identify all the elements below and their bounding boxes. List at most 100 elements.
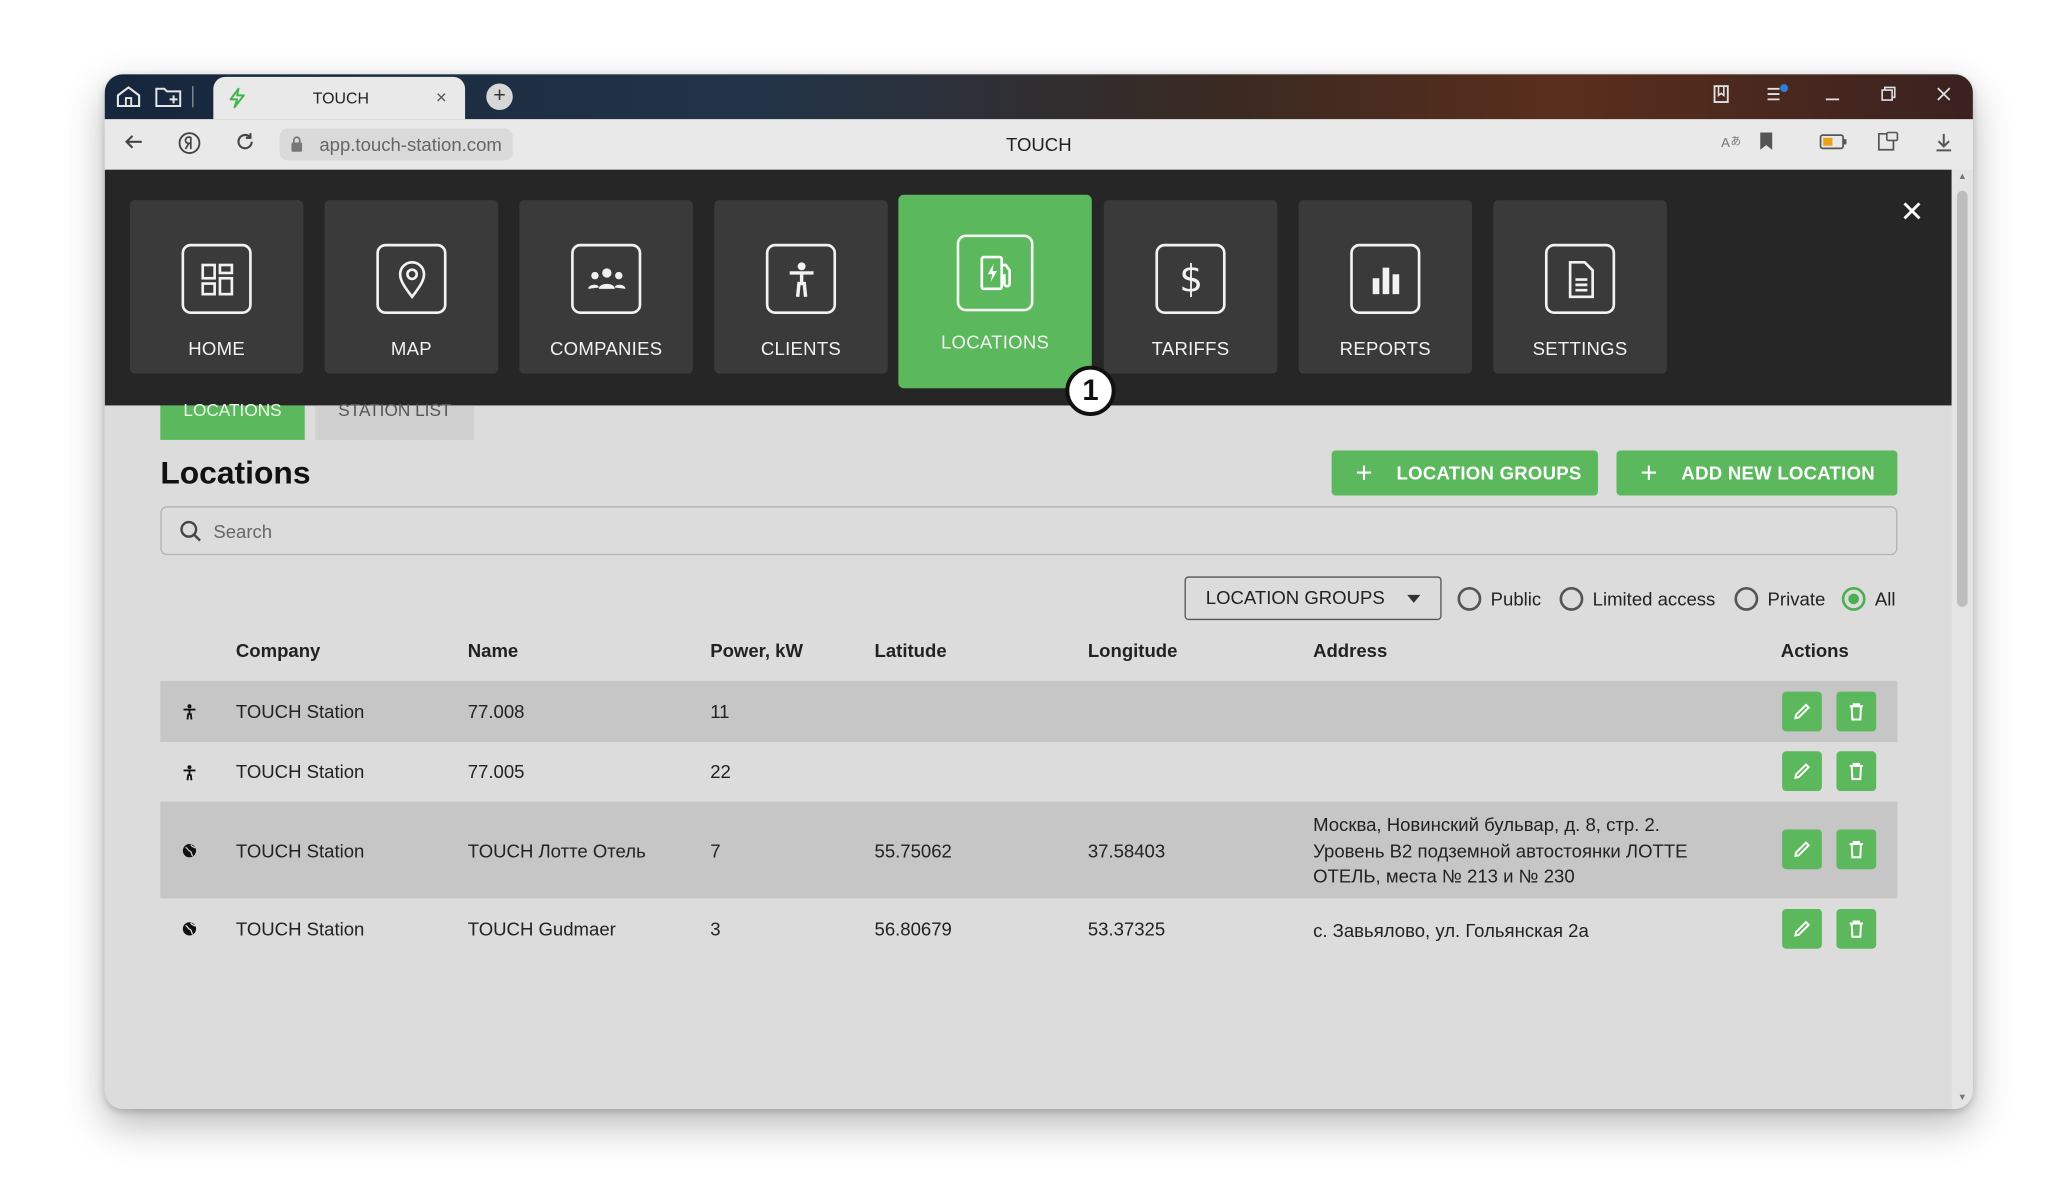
cell-latitude: 55.75062	[874, 840, 952, 862]
radio-circle	[1734, 586, 1759, 611]
radio-private[interactable]: Private	[1734, 586, 1825, 613]
scroll-down-icon[interactable]: ▼	[1956, 1093, 1969, 1102]
page-title-bar: TOUCH	[1005, 133, 1072, 156]
person-icon	[182, 704, 198, 720]
menu-icon[interactable]	[1764, 83, 1791, 110]
dropdown-label: LOCATION GROUPS	[1205, 586, 1385, 609]
table-row[interactable]: TOUCH Station 77.008 11	[160, 681, 1898, 742]
table-row[interactable]: TOUCH Station TOUCH Gudmaer 3 56.80679 5…	[160, 898, 1897, 959]
bookmarks-icon[interactable]	[1708, 83, 1735, 110]
nav-label: SETTINGS	[1532, 337, 1628, 360]
cell-name: 77.005	[467, 760, 525, 782]
home-icon[interactable]	[113, 82, 145, 111]
bookmark-icon[interactable]	[1753, 131, 1780, 158]
location-groups-dropdown[interactable]: LOCATION GROUPS	[1184, 576, 1442, 621]
browser-tab[interactable]: TOUCH ×	[213, 76, 466, 120]
delete-button[interactable]	[1836, 691, 1877, 732]
pencil-icon	[1794, 841, 1811, 858]
scrollbar-thumb[interactable]	[1957, 190, 1968, 607]
dashboard-icon	[181, 243, 252, 315]
column-header-company[interactable]: Company	[236, 640, 321, 661]
cell-name: TOUCH Gudmaer	[467, 918, 616, 940]
cell-power: 11	[710, 700, 730, 723]
svg-text:あ: あ	[1730, 135, 1741, 147]
plus-icon: +	[1355, 455, 1373, 489]
person-icon	[182, 765, 198, 781]
charging-station-icon	[956, 234, 1034, 312]
radio-label: Private	[1767, 588, 1826, 610]
column-header-actions: Actions	[1780, 639, 1849, 662]
nav-item-settings[interactable]: SETTINGS	[1493, 200, 1667, 374]
globe-icon	[182, 921, 198, 937]
column-header-latitude[interactable]: Latitude	[875, 640, 947, 661]
translate-icon[interactable]: Aあ	[1719, 131, 1746, 158]
search-input[interactable]: Search	[160, 506, 1898, 556]
nav-item-tariffs[interactable]: $ TARIFFS	[1103, 200, 1278, 374]
nav-item-locations[interactable]: LOCATIONS	[898, 194, 1092, 389]
column-header-address[interactable]: Address	[1313, 640, 1387, 661]
bolt-icon	[227, 87, 248, 109]
download-icon[interactable]	[1931, 131, 1958, 158]
radio-label: Limited access	[1592, 588, 1716, 610]
table-row[interactable]: TOUCH Station TOUCH Лотте Отель 7 55.750…	[160, 801, 1898, 899]
trash-icon	[1849, 841, 1863, 859]
nav-item-map[interactable]: MAP	[324, 200, 499, 374]
svg-text:$: $	[1179, 258, 1203, 300]
edit-button[interactable]	[1782, 829, 1822, 870]
delete-button[interactable]	[1836, 829, 1877, 870]
tab-separator	[192, 86, 194, 108]
radio-limited-access[interactable]: Limited access	[1559, 586, 1716, 613]
close-window-icon[interactable]	[1931, 83, 1958, 110]
delete-button[interactable]	[1836, 908, 1877, 949]
radio-label: Public	[1490, 588, 1542, 610]
scroll-up-icon[interactable]: ▲	[1956, 172, 1969, 181]
step-badge: 1	[1065, 365, 1116, 417]
nav-item-companies[interactable]: COMPANIES	[519, 200, 693, 374]
new-tab-button[interactable]: +	[486, 83, 513, 110]
close-menu-icon[interactable]: ✕	[1899, 197, 1926, 226]
cell-company: TOUCH Station	[235, 700, 365, 723]
nav-item-clients[interactable]: CLIENTS	[714, 200, 888, 374]
battery-icon[interactable]	[1819, 131, 1847, 158]
page-title: Locations	[160, 455, 311, 492]
table-row[interactable]: TOUCH Station 77.005 22	[160, 742, 1897, 802]
radio-label: All	[1874, 588, 1896, 610]
nav-label: CLIENTS	[760, 337, 842, 360]
radio-public[interactable]: Public	[1457, 586, 1542, 613]
subtab-station-list[interactable]: STATION LIST	[315, 401, 475, 440]
edit-button[interactable]	[1782, 908, 1822, 949]
folder-add-icon[interactable]	[152, 82, 184, 111]
column-header-longitude[interactable]: Longitude	[1088, 640, 1178, 661]
trash-icon	[1849, 703, 1863, 721]
tab-close-icon[interactable]: ×	[436, 86, 447, 107]
cell-longitude: 37.58403	[1087, 840, 1166, 862]
cell-company: TOUCH Station	[235, 918, 365, 940]
cell-power: 7	[710, 840, 721, 862]
page-viewport: HOME MAP COMPANIES CLIENTS LOCATIONS $ T…	[104, 169, 1952, 1110]
globe-icon	[182, 843, 198, 859]
nav-item-home[interactable]: HOME	[129, 200, 304, 374]
nav-item-reports[interactable]: REPORTS	[1298, 200, 1473, 374]
column-header-name[interactable]: Name	[468, 640, 519, 661]
edit-button[interactable]	[1782, 751, 1822, 792]
nav-label: HOME	[188, 337, 246, 360]
minimize-icon[interactable]	[1819, 83, 1846, 110]
cell-address: Москва, Новинский бульвар, д. 8, стр. 2.…	[1313, 813, 1688, 887]
map-pin-icon	[376, 243, 447, 315]
radio-circle	[1559, 586, 1584, 611]
delete-button[interactable]	[1836, 751, 1877, 792]
cell-longitude: 53.37325	[1087, 918, 1166, 940]
browser-window: TOUCH × + app.touch-station.com TOUCH A …	[104, 74, 1973, 1110]
radio-all[interactable]: All	[1841, 586, 1896, 613]
restore-icon[interactable]	[1875, 83, 1902, 110]
edit-button[interactable]	[1782, 691, 1822, 732]
vertical-scrollbar[interactable]: ▲ ▼	[1951, 169, 1973, 1110]
add-new-location-button[interactable]: + ADD NEW LOCATION	[1616, 450, 1898, 496]
extensions-icon[interactable]	[1875, 131, 1902, 158]
column-header-power[interactable]: Power, kW	[710, 640, 803, 661]
trash-icon	[1849, 920, 1863, 938]
location-groups-button[interactable]: + LOCATION GROUPS	[1331, 450, 1598, 496]
subtab-locations[interactable]: LOCATIONS	[160, 401, 305, 440]
cell-company: TOUCH Station	[235, 840, 365, 862]
trash-icon	[1849, 762, 1863, 781]
